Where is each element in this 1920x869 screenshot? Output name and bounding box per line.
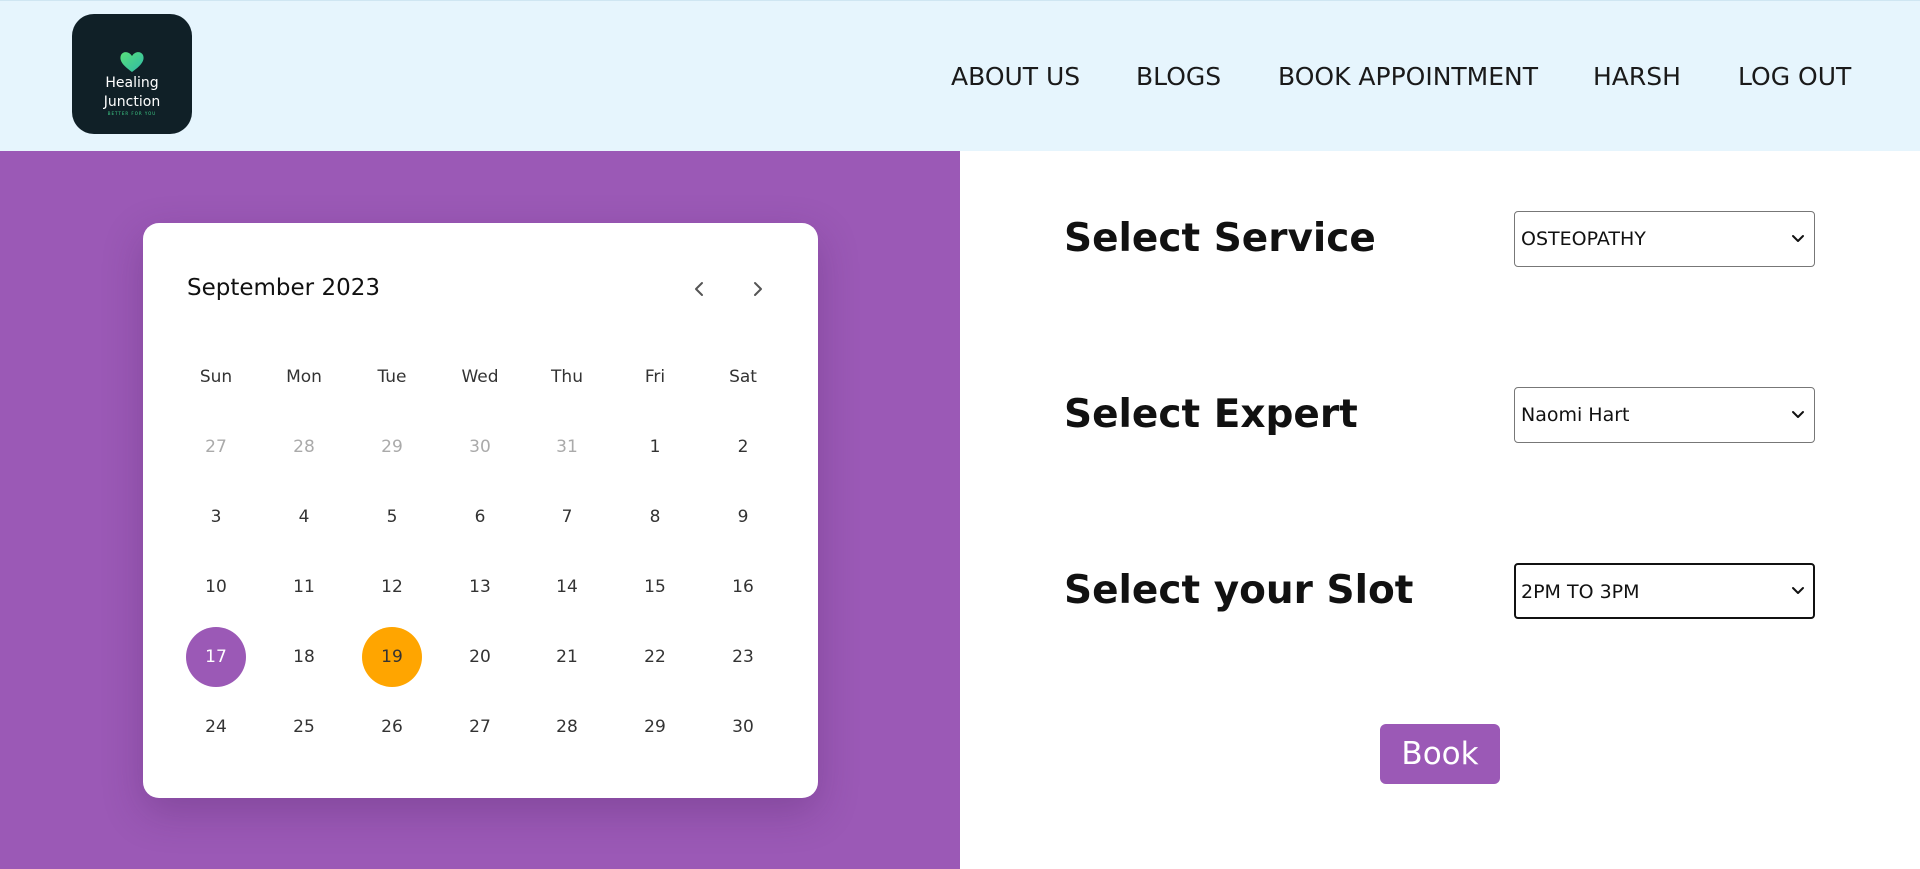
- service-select-value: OSTEOPATHY: [1521, 228, 1646, 250]
- calendar-panel: September 2023 Sun Mon Tue Wed Thu Fri Sat 27 2…: [0, 151, 960, 869]
- calendar-day[interactable]: 22: [625, 627, 685, 687]
- calendar-day[interactable]: 9: [713, 487, 773, 547]
- calendar-day-selected[interactable]: 17: [186, 627, 246, 687]
- calendar-day[interactable]: 5: [362, 487, 422, 547]
- logo-text-line1: Healing: [105, 75, 159, 91]
- calendar-day[interactable]: 14: [537, 557, 597, 617]
- calendar-day[interactable]: 27: [450, 697, 510, 757]
- calendar-day[interactable]: 7: [537, 487, 597, 547]
- calendar-day-outside-month[interactable]: 30: [450, 417, 510, 477]
- calendar-day[interactable]: 25: [274, 697, 334, 757]
- chevron-left-icon[interactable]: [687, 277, 711, 301]
- calendar-day-today[interactable]: 19: [362, 627, 422, 687]
- calendar-day-outside-month[interactable]: 27: [186, 417, 246, 477]
- calendar-day[interactable]: 12: [362, 557, 422, 617]
- slot-select[interactable]: 2PM TO 3PM: [1514, 563, 1815, 619]
- chevron-down-icon: [1792, 587, 1804, 594]
- slot-select-value: 2PM TO 3PM: [1521, 581, 1640, 603]
- nav-user-harsh[interactable]: HARSH: [1593, 59, 1681, 95]
- calendar-day-outside-month[interactable]: 28: [274, 417, 334, 477]
- calendar-day[interactable]: 2: [713, 417, 773, 477]
- calendar-day[interactable]: 21: [537, 627, 597, 687]
- calendar-day[interactable]: 28: [537, 697, 597, 757]
- book-button[interactable]: Book: [1380, 724, 1500, 784]
- nav-about-us[interactable]: ABOUT US: [951, 59, 1080, 95]
- nav-log-out[interactable]: LOG OUT: [1738, 59, 1851, 95]
- heart-icon: [120, 52, 144, 72]
- calendar-day[interactable]: 20: [450, 627, 510, 687]
- calendar-day[interactable]: 30: [713, 697, 773, 757]
- weekday-mon: Mon: [286, 367, 322, 387]
- weekday-wed: Wed: [461, 367, 499, 387]
- service-label: Select Service: [1064, 216, 1376, 261]
- calendar-day[interactable]: 13: [450, 557, 510, 617]
- calendar-day[interactable]: 23: [713, 627, 773, 687]
- slot-label: Select your Slot: [1064, 568, 1414, 613]
- service-select[interactable]: OSTEOPATHY: [1514, 211, 1815, 267]
- calendar-day[interactable]: 8: [625, 487, 685, 547]
- expert-select[interactable]: Naomi Hart: [1514, 387, 1815, 443]
- calendar-month-label: September 2023: [187, 275, 380, 301]
- chevron-right-icon[interactable]: [746, 277, 770, 301]
- calendar-day[interactable]: 26: [362, 697, 422, 757]
- expert-label: Select Expert: [1064, 392, 1358, 437]
- calendar-day[interactable]: 10: [186, 557, 246, 617]
- weekday-sun: Sun: [199, 367, 233, 387]
- weekday-tue: Tue: [377, 367, 407, 387]
- calendar-day[interactable]: 4: [274, 487, 334, 547]
- calendar-day[interactable]: 18: [274, 627, 334, 687]
- weekday-fri: Fri: [644, 367, 666, 387]
- calendar-day[interactable]: 16: [713, 557, 773, 617]
- calendar-day[interactable]: 24: [186, 697, 246, 757]
- chevron-down-icon: [1792, 411, 1804, 418]
- weekday-sat: Sat: [729, 367, 757, 387]
- calendar-day[interactable]: 29: [625, 697, 685, 757]
- calendar-day[interactable]: 1: [625, 417, 685, 477]
- calendar-day[interactable]: 15: [625, 557, 685, 617]
- top-header: Healing Junction BETTER FOR YOU ABOUT US…: [0, 0, 1920, 151]
- calendar-day[interactable]: 3: [186, 487, 246, 547]
- expert-select-value: Naomi Hart: [1521, 404, 1630, 426]
- logo-tagline: BETTER FOR YOU: [107, 111, 157, 116]
- calendar-day[interactable]: 6: [450, 487, 510, 547]
- calendar-day[interactable]: 11: [274, 557, 334, 617]
- nav-blogs[interactable]: BLOGS: [1136, 59, 1221, 95]
- logo-text-line2: Junction: [103, 94, 161, 110]
- nav-book-appointment[interactable]: BOOK APPOINTMENT: [1278, 59, 1538, 95]
- calendar-day-outside-month[interactable]: 29: [362, 417, 422, 477]
- calendar-day-outside-month[interactable]: 31: [537, 417, 597, 477]
- healing-junction-logo[interactable]: Healing Junction BETTER FOR YOU: [72, 14, 192, 134]
- chevron-down-icon: [1792, 235, 1804, 242]
- weekday-thu: Thu: [551, 367, 583, 387]
- date-picker-calendar: September 2023 Sun Mon Tue Wed Thu Fri Sat 27 2…: [143, 223, 818, 798]
